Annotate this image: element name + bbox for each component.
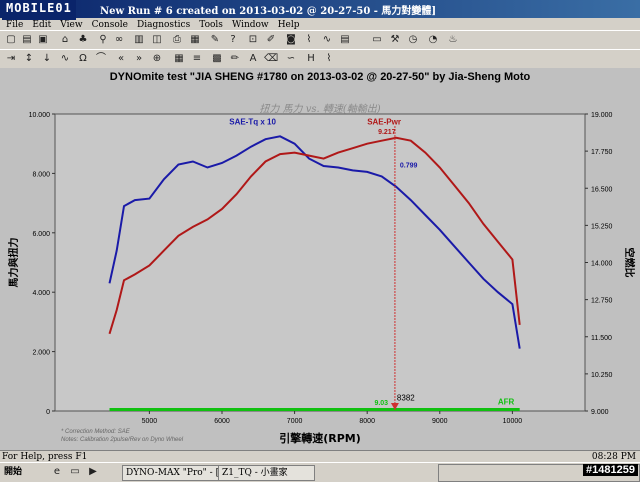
y-right-tick-label: 17.750 (591, 149, 613, 156)
save-icon[interactable]: ▣ (36, 33, 50, 47)
dyno-chart-area: DYNOmite test "JIA SHENG #1780 on 2013-0… (0, 68, 640, 450)
text-a-icon[interactable]: A (246, 52, 260, 66)
task-paint[interactable]: Z1_TQ - 小畫家 (218, 465, 315, 481)
x-tick-label: 10000 (503, 418, 523, 425)
afr-readout: 9.03 (374, 400, 388, 407)
x-axis-label: 引擎轉速(RPM) (279, 431, 361, 445)
red-cursor-icon[interactable]: ↕ (22, 52, 36, 66)
pen-icon[interactable]: ✏ (228, 52, 242, 66)
main-toolbar: ▢ ▤ ▣ ⌂ ♣ ⚲ ∞ ▥ ◫ ⎙ ▦ ✎ ? ⊡ ✐ ◙ ⌇ ∿ ▤ ▭ … (0, 30, 640, 50)
eraser-icon[interactable]: ⌫ (264, 52, 278, 66)
smooth-icon[interactable]: ⌒ (94, 52, 108, 66)
series-label-pwr: SAE-Pwr (367, 117, 401, 126)
chart-icon[interactable]: ▤ (338, 33, 352, 47)
chart-title: DYNOmite test "JIA SHENG #1780 on 2013-0… (110, 71, 531, 83)
folder-icon[interactable]: ▥ (132, 33, 146, 47)
arrow-right-icon[interactable]: » (132, 52, 146, 66)
dyno-chart: DYNOmite test "JIA SHENG #1780 on 2013-0… (7, 71, 636, 445)
watermark: #1481259 (583, 464, 638, 476)
y-right-tick-label: 11.500 (591, 335, 612, 342)
y-right-tick-label: 9.000 (591, 409, 609, 416)
note-correction: * Correction Method: SAE (61, 429, 131, 435)
y-left-tick-label: 2.000 (32, 350, 50, 357)
camera-icon[interactable]: ◙ (284, 33, 298, 47)
graph-icon[interactable]: ⌇ (302, 33, 316, 47)
marker-icon[interactable]: ↓ (40, 52, 54, 66)
cursor-icon[interactable]: ⇥ (4, 52, 18, 66)
clock-icon[interactable]: ◷ (406, 33, 420, 47)
y-left-axis-label: 馬力與扭力 (7, 238, 20, 288)
y-left-tick-label: 10.000 (29, 112, 51, 119)
y-left-tick-label: 4.000 (32, 290, 50, 297)
y-left-tick-label: 8.000 (32, 171, 50, 178)
y-right-tick-label: 10.250 (591, 372, 613, 379)
wave-icon[interactable]: ∿ (320, 33, 334, 47)
y-right-tick-label: 14.000 (591, 261, 613, 268)
edit-icon[interactable]: ✐ (264, 33, 278, 47)
note-calibration: Notes: Calibration 2pulse/Rev on Dyno Wh… (61, 437, 184, 443)
tq-readout: 0.799 (400, 162, 418, 169)
x-tick-label: 8000 (359, 418, 375, 425)
flame-icon[interactable]: ♨ (446, 33, 460, 47)
tree-icon[interactable]: ♣ (76, 33, 90, 47)
arrow-left-icon[interactable]: « (114, 52, 128, 66)
y-right-tick-label: 12.750 (591, 298, 613, 305)
hq-icon[interactable]: H (304, 52, 318, 66)
grid-icon[interactable]: ▩ (210, 52, 224, 66)
car-icon[interactable]: ⌂ (58, 33, 72, 47)
task-dyno-max[interactable]: DYNO-MAX "Pro" - [... (122, 465, 219, 481)
cursor-rpm-readout: 8382 (397, 394, 415, 403)
tools-icon[interactable]: ⚒ (388, 33, 402, 47)
gauge-icon[interactable]: ◔ (426, 33, 440, 47)
curve-icon[interactable]: ∿ (58, 52, 72, 66)
y-left-tick-label: 0 (46, 409, 50, 416)
player-icon[interactable]: ▶ (86, 465, 100, 479)
lock-icon[interactable]: ⊡ (246, 33, 260, 47)
x-tick-label: 6000 (214, 418, 230, 425)
search-icon[interactable]: ⚲ (96, 33, 110, 47)
series-label-tq: SAE-Tq x 10 (229, 117, 276, 126)
table-icon[interactable]: ▦ (172, 52, 186, 66)
window-titlebar: MOBILE01 New Run # 6 created on 2013-03-… (0, 0, 640, 20)
site-logo: MOBILE01 (2, 0, 76, 20)
start-button[interactable]: 開始 (2, 465, 44, 479)
wave2-icon[interactable]: ∽ (284, 52, 298, 66)
chart2-icon[interactable]: ⌇ (322, 52, 336, 66)
monitor-icon[interactable]: ▭ (370, 33, 384, 47)
probe-icon[interactable]: ✎ (208, 33, 222, 47)
desktop-icon[interactable]: ▭ (68, 465, 82, 479)
new-icon[interactable]: ▢ (4, 33, 18, 47)
y-right-tick-label: 16.500 (591, 186, 613, 193)
open-icon[interactable]: ▤ (20, 33, 34, 47)
help-icon[interactable]: ? (226, 33, 240, 47)
pwr-readout: 9.217 (378, 129, 396, 136)
y-left-tick-label: 6.000 (32, 231, 50, 238)
chart-subtitle: 扭力 馬力 vs. 轉速(軸輸出) (259, 103, 380, 115)
window-title: New Run # 6 created on 2013-03-02 @ 20-2… (100, 6, 437, 17)
y-right-tick-label: 19.000 (591, 112, 613, 119)
menu-bar: File Edit View Console Diagnostics Tools… (0, 18, 640, 30)
print-icon[interactable]: ⎙ (170, 33, 184, 47)
tuning-icon[interactable]: Ω (76, 52, 90, 66)
zoom-icon[interactable]: ⊕ (150, 52, 164, 66)
x-tick-label: 5000 (142, 418, 158, 425)
preview-icon[interactable]: ▦ (188, 33, 202, 47)
list-icon[interactable]: ≡ (190, 52, 204, 66)
series-label-afr: AFR (498, 397, 515, 406)
x-tick-label: 9000 (432, 418, 448, 425)
taskbar: 開始 e ▭ ▶ DYNO-MAX "Pro" - [... Z1_TQ - 小… (0, 462, 640, 482)
y-right-axis-label: 空燃比 (623, 248, 636, 278)
ie-icon[interactable]: e (50, 465, 64, 479)
y-right-tick-label: 15.250 (591, 223, 613, 230)
plot-toolbar: ⇥ ↕ ↓ ∿ Ω ⌒ « » ⊕ ▦ ≡ ▩ ✏ A ⌫ ∽ H ⌇ (0, 49, 640, 69)
binoculars-icon[interactable]: ∞ (112, 33, 126, 47)
disk-icon[interactable]: ◫ (150, 33, 164, 47)
x-tick-label: 7000 (287, 418, 303, 425)
